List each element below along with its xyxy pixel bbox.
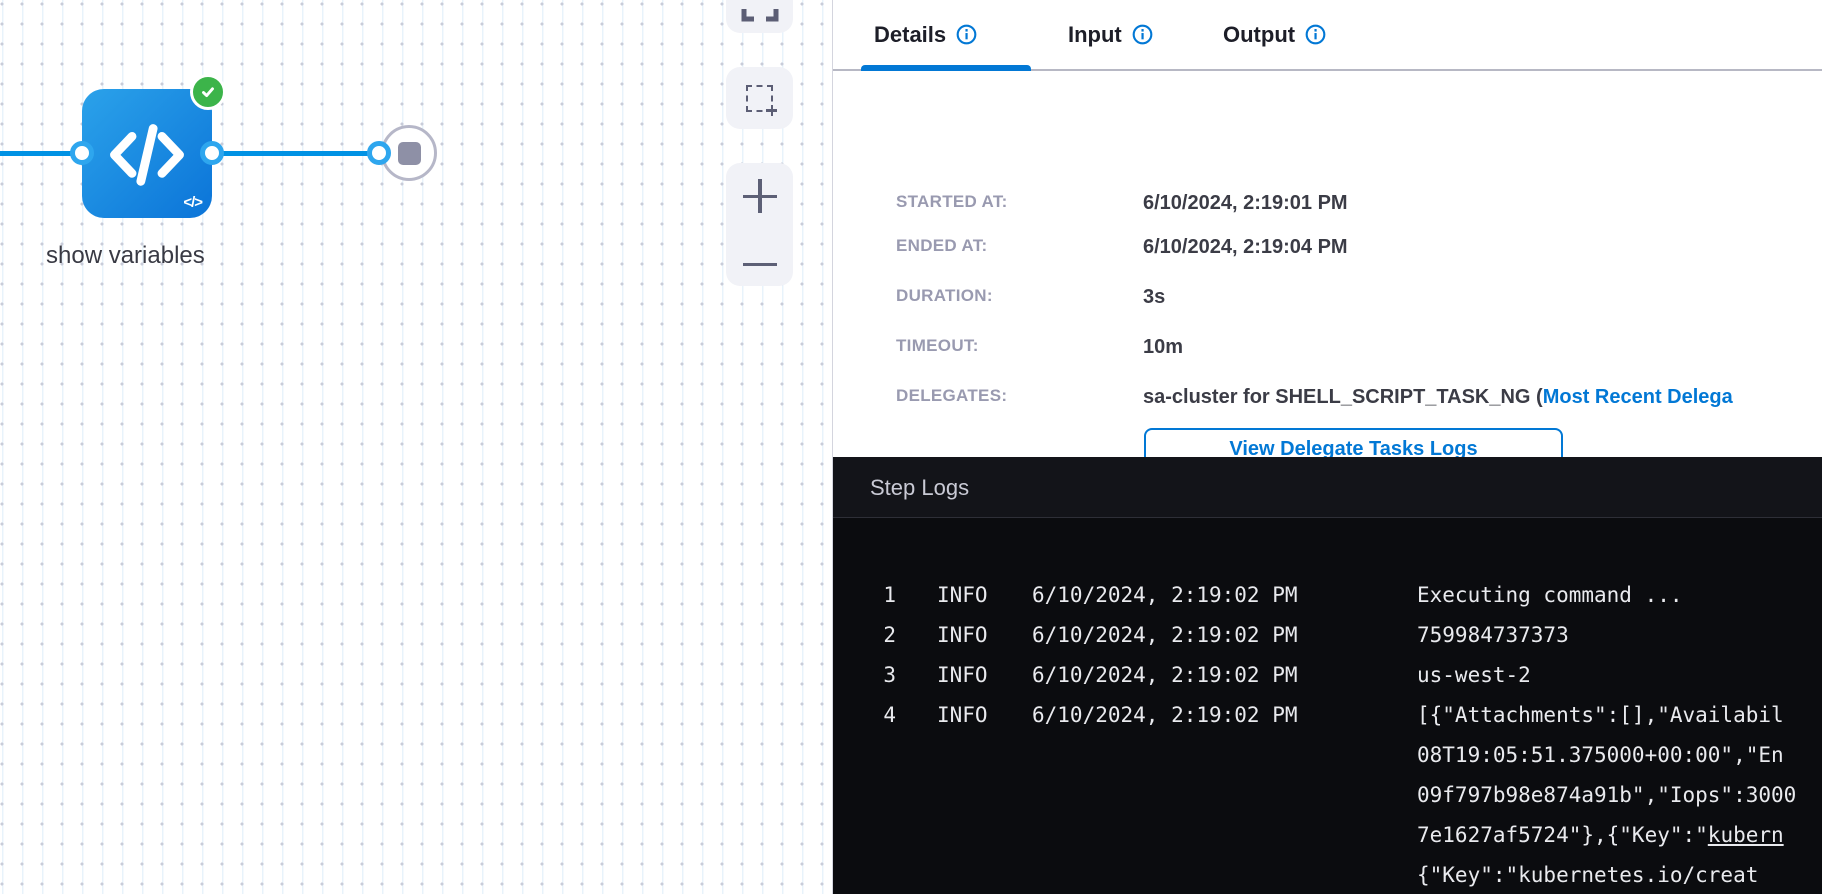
- log-level: INFO: [937, 655, 988, 695]
- log-timestamp: 6/10/2024, 2:19:02 PM: [1032, 695, 1298, 735]
- log-message: [{"Attachments":[],"Availabil: [1417, 695, 1784, 735]
- detail-label: STARTED AT:: [896, 192, 1008, 212]
- tab-output-label: Output: [1223, 22, 1295, 48]
- success-check-icon: [190, 74, 226, 110]
- detail-value: 10m: [1143, 336, 1183, 359]
- tab-details-label: Details: [874, 22, 946, 48]
- log-body[interactable]: 1 INFO 6/10/2024, 2:19:02 PM Executing c…: [833, 518, 1822, 894]
- marquee-select-icon: [746, 85, 773, 112]
- step-logs-title: Step Logs: [833, 457, 1822, 518]
- log-line: 1 INFO 6/10/2024, 2:19:02 PM Executing c…: [833, 575, 1822, 615]
- detail-label: TIMEOUT:: [896, 336, 979, 356]
- step-node-show-variables[interactable]: </>: [82, 89, 212, 218]
- log-message: us-west-2: [1417, 655, 1531, 695]
- log-timestamp: 6/10/2024, 2:19:02 PM: [1032, 575, 1298, 615]
- info-icon[interactable]: [956, 24, 977, 45]
- code-icon: [103, 110, 191, 198]
- log-message: {"Key":"kubernetes.io/creat: [1417, 855, 1758, 894]
- most-recent-delegate-link[interactable]: Most Recent Delega: [1543, 386, 1733, 408]
- log-message-text: 7e1627af5724"},{"Key":": [1417, 823, 1708, 847]
- tab-details[interactable]: Details: [874, 0, 977, 69]
- details-tab-bar: Details Input: [833, 0, 1822, 71]
- active-tab-indicator: [861, 65, 1031, 71]
- log-timestamp: 6/10/2024, 2:19:02 PM: [1032, 615, 1298, 655]
- log-link[interactable]: kubern: [1708, 823, 1784, 847]
- log-line-continuation: 7e1627af5724"},{"Key":"kubern: [833, 815, 1822, 855]
- log-line-continuation: {"Key":"kubernetes.io/creat: [833, 855, 1822, 894]
- shell-script-type-icon: </>: [183, 194, 202, 211]
- log-message: 759984737373: [1417, 615, 1569, 655]
- log-line-number: 3: [880, 655, 896, 695]
- log-level: INFO: [937, 695, 988, 735]
- log-line: 2 INFO 6/10/2024, 2:19:02 PM 75998473737…: [833, 615, 1822, 655]
- log-level: INFO: [937, 575, 988, 615]
- fit-to-screen-icon: [739, 9, 781, 24]
- log-level: INFO: [937, 615, 988, 655]
- info-icon[interactable]: [1305, 24, 1326, 45]
- detail-value: 6/10/2024, 2:19:01 PM: [1143, 192, 1348, 215]
- tab-input-label: Input: [1068, 22, 1122, 48]
- zoom-controls: [726, 163, 793, 286]
- end-node-port[interactable]: [367, 141, 391, 165]
- log-message: 09f797b98e874a91b","Iops":3000: [1417, 775, 1796, 815]
- zoom-in-button[interactable]: [743, 179, 777, 213]
- log-line-number: 2: [880, 615, 896, 655]
- info-icon[interactable]: [1132, 24, 1153, 45]
- log-line-number: 4: [880, 695, 896, 735]
- step-logs-panel: Step Logs 1 INFO 6/10/2024, 2:19:02 PM E…: [833, 457, 1822, 894]
- step-node-label: show variables: [46, 242, 205, 270]
- tab-input[interactable]: Input: [1068, 0, 1153, 69]
- pipeline-execution-view: </> show variables: [0, 0, 1822, 894]
- log-line-number: 1: [880, 575, 896, 615]
- log-line-continuation: 09f797b98e874a91b","Iops":3000: [833, 775, 1822, 815]
- node-port-left[interactable]: [70, 141, 94, 165]
- detail-label: DURATION:: [896, 286, 993, 306]
- tab-output[interactable]: Output: [1223, 0, 1326, 69]
- stop-square-icon: [398, 142, 421, 165]
- log-message: 08T19:05:51.375000+00:00","En: [1417, 735, 1784, 775]
- edge-outgoing: [212, 151, 382, 156]
- log-message: 7e1627af5724"},{"Key":"kubern: [1417, 815, 1784, 855]
- detail-value: 6/10/2024, 2:19:04 PM: [1143, 236, 1348, 259]
- fit-to-screen-button[interactable]: [726, 0, 793, 33]
- detail-value: sa-cluster for SHELL_SCRIPT_TASK_NG (Mos…: [1143, 386, 1733, 409]
- detail-value: 3s: [1143, 286, 1165, 309]
- step-details-panel: Details Input: [832, 0, 1822, 894]
- pipeline-canvas[interactable]: </> show variables: [0, 0, 832, 894]
- log-message: Executing command ...: [1417, 575, 1683, 615]
- detail-label: ENDED AT:: [896, 236, 987, 256]
- log-line: 3 INFO 6/10/2024, 2:19:02 PM us-west-2: [833, 655, 1822, 695]
- plus-icon: [766, 105, 777, 116]
- node-port-right[interactable]: [200, 141, 224, 165]
- marquee-select-button[interactable]: [726, 67, 793, 129]
- delegate-text: sa-cluster for SHELL_SCRIPT_TASK_NG (: [1143, 386, 1543, 408]
- log-line-continuation: 08T19:05:51.375000+00:00","En: [833, 735, 1822, 775]
- zoom-out-button[interactable]: [743, 263, 777, 267]
- log-line: 4 INFO 6/10/2024, 2:19:02 PM [{"Attachme…: [833, 695, 1822, 735]
- log-timestamp: 6/10/2024, 2:19:02 PM: [1032, 655, 1298, 695]
- detail-label: DELEGATES:: [896, 386, 1007, 406]
